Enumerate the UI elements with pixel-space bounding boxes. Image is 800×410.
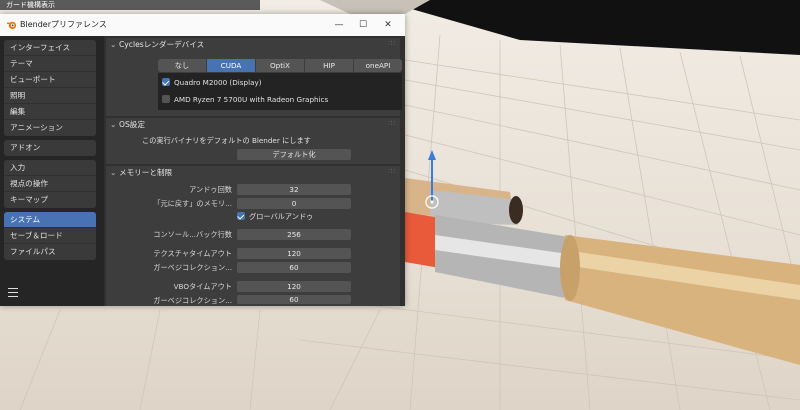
drag-handle-icon[interactable]: ∷∷ xyxy=(388,168,395,175)
vbo-gc-label: ガーベジコレクション... xyxy=(153,296,232,305)
vbo-timeout-label: VBOタイムアウト xyxy=(173,282,232,291)
console-scrollback-field[interactable]: 256 xyxy=(237,229,351,240)
global-undo-toggle[interactable]: グローバルアンドゥ xyxy=(237,211,313,222)
sidebar-item-interface[interactable]: インターフェイス xyxy=(4,40,96,56)
memory-panel: ⌄ メモリーと制限 ∷∷ アンドゥ回数 32 「元に戻す」のメモリ... 0 グロ… xyxy=(106,166,400,306)
cycles-panel: ⌄ Cyclesレンダーデバイス ∷∷ なし CUDA OptiX HIP one… xyxy=(106,38,402,116)
undo-memory-field[interactable]: 0 xyxy=(237,198,351,209)
sidebar-group-system: システム セーブ＆ロード ファイルパス xyxy=(4,212,96,260)
drag-handle-icon[interactable]: ∷∷ xyxy=(388,120,395,127)
texture-timeout-field[interactable]: 120 xyxy=(237,248,351,259)
tab-optix[interactable]: OptiX xyxy=(256,59,304,72)
sidebar-item-save-load[interactable]: セーブ＆ロード xyxy=(4,228,96,244)
sidebar-group-addons: アドオン xyxy=(4,140,96,156)
texture-gc-field[interactable]: 60 xyxy=(237,262,351,273)
sidebar-item-lights[interactable]: 照明 xyxy=(4,88,96,104)
preferences-window[interactable]: Blenderプリファレンス — ☐ ✕ インターフェイス テーマ ビューポート… xyxy=(0,14,405,306)
sidebar-item-input[interactable]: 入力 xyxy=(4,160,96,176)
os-description: この実行バイナリをデフォルトの Blender にします xyxy=(142,136,311,145)
undo-steps-field[interactable]: 32 xyxy=(237,184,351,195)
sidebar: インターフェイス テーマ ビューポート 照明 編集 アニメーション アドオン 入… xyxy=(0,36,104,306)
device-quadro[interactable]: Quadro M2000 (Display) xyxy=(162,76,262,90)
sidebar-item-keymap[interactable]: キーマップ xyxy=(4,192,96,208)
sidebar-item-editing[interactable]: 編集 xyxy=(4,104,96,120)
set-default-button[interactable]: デフォルト化 xyxy=(237,149,351,160)
close-icon[interactable]: ✕ xyxy=(377,17,399,33)
device-label: Quadro M2000 (Display) xyxy=(174,78,262,87)
sidebar-group-interface: インターフェイス テーマ ビューポート 照明 編集 アニメーション xyxy=(4,40,96,136)
sidebar-item-viewport[interactable]: ビューポート xyxy=(4,72,96,88)
viewport-header[interactable]: ガード機構表示 xyxy=(0,0,260,10)
preferences-content: ⌄ Cyclesレンダーデバイス ∷∷ なし CUDA OptiX HIP one… xyxy=(104,36,405,306)
sidebar-group-input: 入力 視点の操作 キーマップ xyxy=(4,160,96,208)
tab-none[interactable]: なし xyxy=(158,59,206,72)
sidebar-item-themes[interactable]: テーマ xyxy=(4,56,96,72)
drag-handle-icon[interactable]: ∷∷ xyxy=(388,40,395,47)
tab-hip[interactable]: HIP xyxy=(305,59,353,72)
sidebar-item-animation[interactable]: アニメーション xyxy=(4,120,96,136)
chevron-down-icon: ⌄ xyxy=(110,168,117,177)
device-ryzen[interactable]: AMD Ryzen 7 5700U with Radeon Graphics xyxy=(162,93,328,107)
checkbox-icon[interactable] xyxy=(237,212,245,220)
undo-memory-label: 「元に戻す」のメモリ... xyxy=(153,199,232,208)
device-label: AMD Ryzen 7 5700U with Radeon Graphics xyxy=(174,95,329,104)
checkbox-icon[interactable] xyxy=(162,95,170,103)
undo-steps-label: アンドゥ回数 xyxy=(189,185,232,194)
memory-panel-title: メモリーと制限 xyxy=(119,168,173,177)
global-undo-label: グローバルアンドゥ xyxy=(249,212,314,221)
console-scrollback-label: コンソール...バック行数 xyxy=(153,230,232,239)
hamburger-menu-icon[interactable] xyxy=(8,288,18,300)
cycles-panel-header[interactable]: ⌄ Cyclesレンダーデバイス xyxy=(110,38,204,52)
texture-timeout-label: テクスチャタイムアウト xyxy=(153,249,232,258)
viewport-header-label: ガード機構表示 xyxy=(6,1,55,9)
tab-oneapi[interactable]: oneAPI xyxy=(354,59,402,72)
device-tabs: なし CUDA OptiX HIP oneAPI xyxy=(158,59,402,72)
memory-panel-header[interactable]: ⌄ メモリーと制限 xyxy=(110,166,172,180)
sidebar-item-system[interactable]: システム xyxy=(4,212,96,228)
minimize-icon[interactable]: — xyxy=(328,17,350,33)
os-panel-header[interactable]: ⌄ OS設定 xyxy=(110,118,145,132)
sidebar-item-addons[interactable]: アドオン xyxy=(4,140,96,156)
texture-gc-label: ガーベジコレクション... xyxy=(153,263,232,272)
os-panel-title: OS設定 xyxy=(119,120,145,129)
title-bar[interactable]: Blenderプリファレンス — ☐ ✕ xyxy=(0,14,405,36)
window-title: Blenderプリファレンス xyxy=(20,20,107,29)
vbo-gc-field[interactable]: 60 xyxy=(237,295,351,304)
tab-cuda[interactable]: CUDA xyxy=(207,59,255,72)
blender-logo-icon xyxy=(6,21,17,30)
chevron-down-icon: ⌄ xyxy=(110,40,117,49)
sidebar-item-file-paths[interactable]: ファイルパス xyxy=(4,244,96,260)
cycles-panel-title: Cyclesレンダーデバイス xyxy=(119,40,205,49)
maximize-icon[interactable]: ☐ xyxy=(352,17,374,33)
os-panel: ⌄ OS設定 ∷∷ この実行バイナリをデフォルトの Blender にします デフ… xyxy=(106,118,400,164)
chevron-down-icon: ⌄ xyxy=(110,120,117,129)
checkbox-icon[interactable] xyxy=(162,78,170,86)
sidebar-item-navigation[interactable]: 視点の操作 xyxy=(4,176,96,192)
vbo-timeout-field[interactable]: 120 xyxy=(237,281,351,292)
device-list: Quadro M2000 (Display) AMD Ryzen 7 5700U… xyxy=(158,73,402,110)
